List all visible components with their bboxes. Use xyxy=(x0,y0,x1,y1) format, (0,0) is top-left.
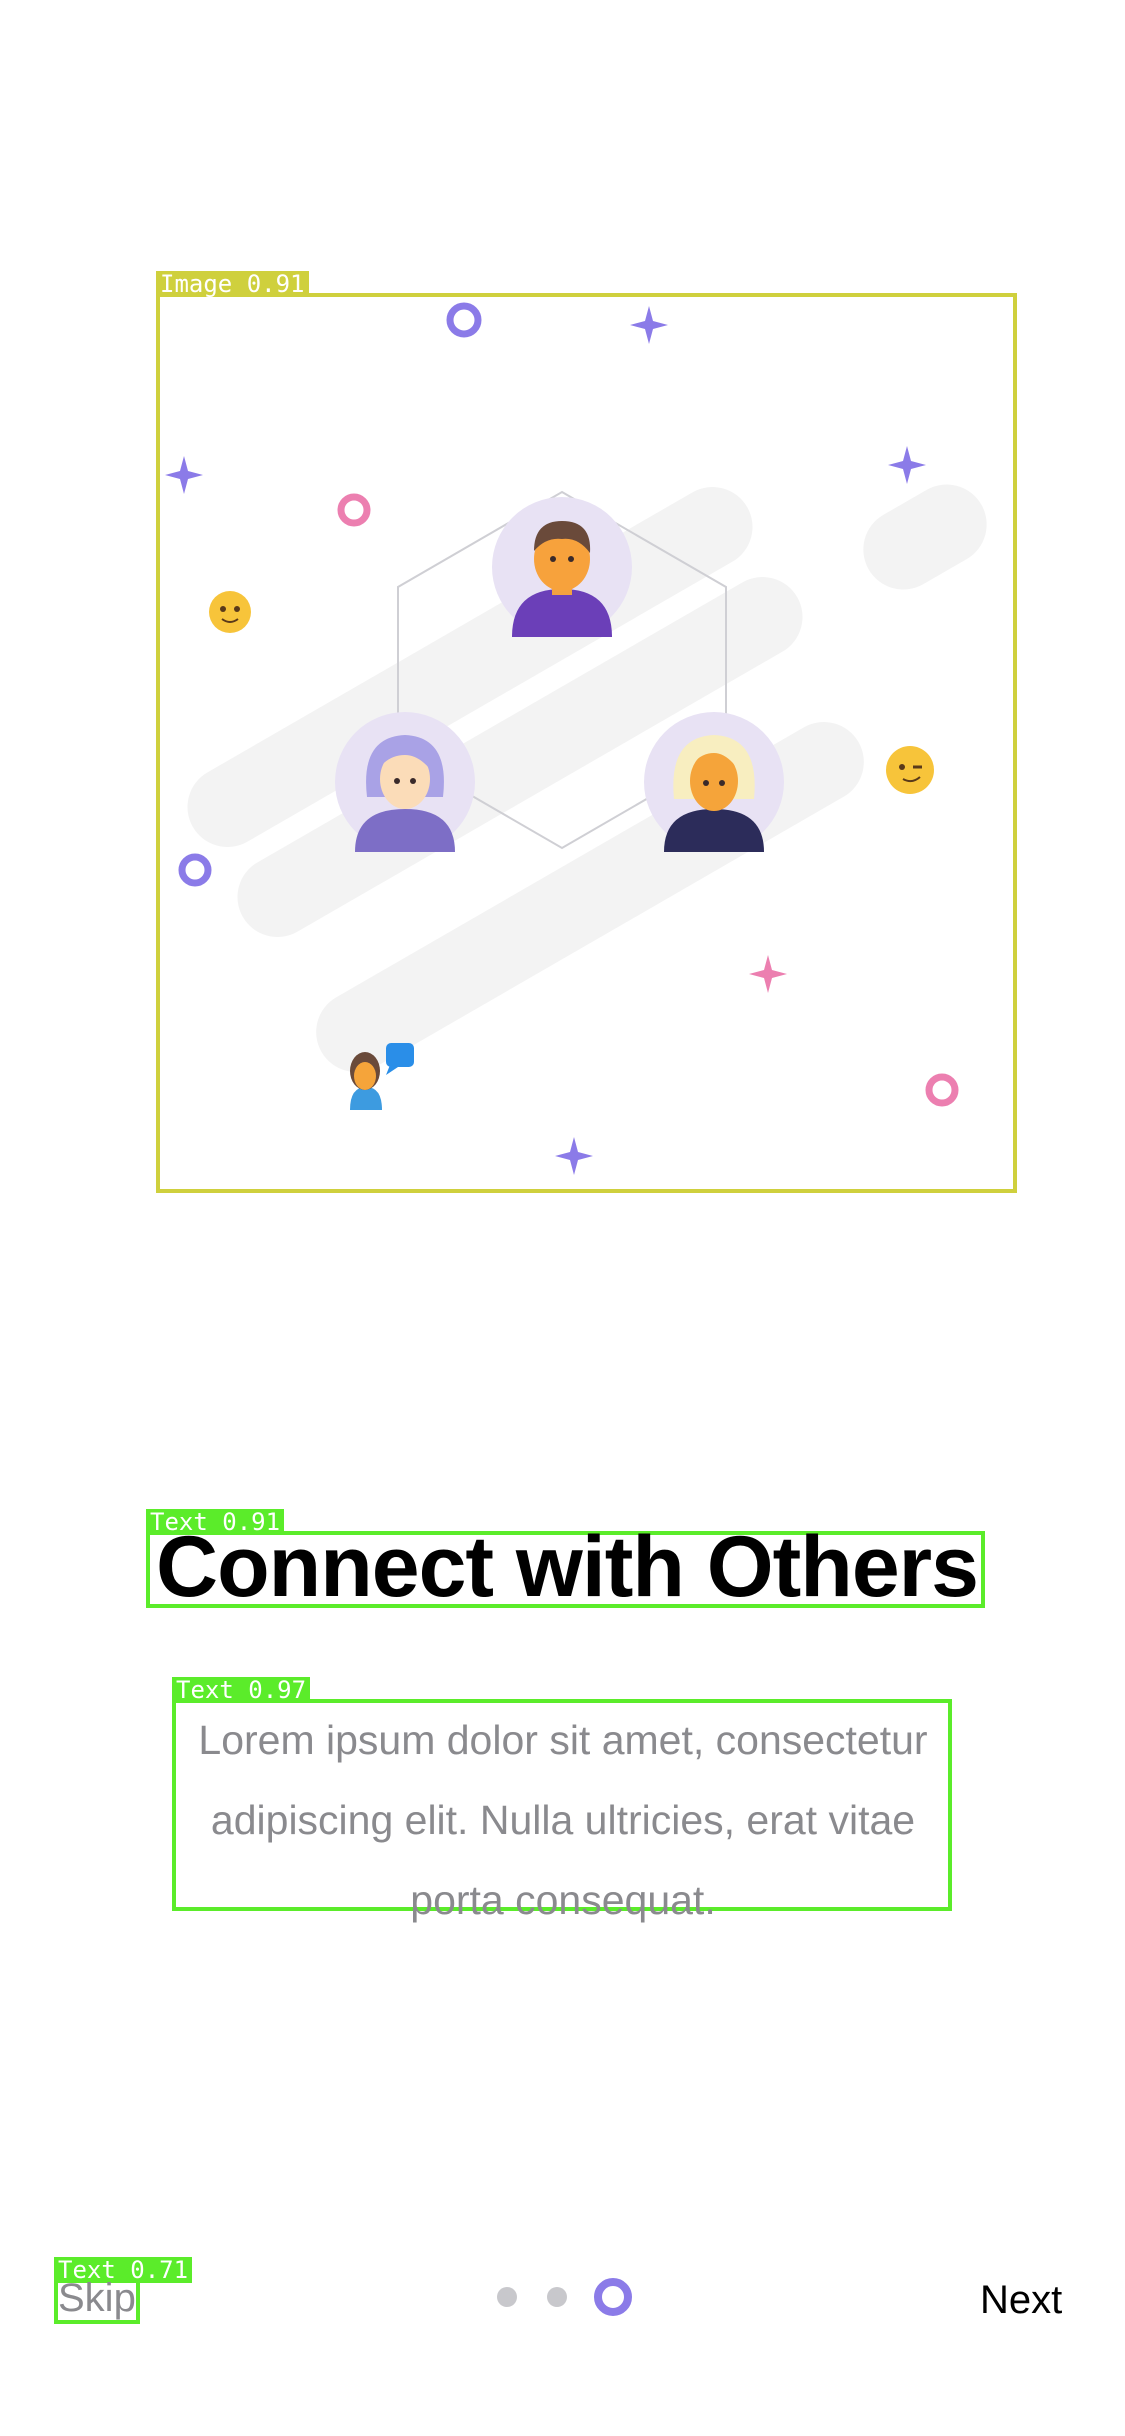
ring-icon xyxy=(337,493,371,527)
page-indicator-dot-3-active[interactable] xyxy=(594,2278,632,2316)
ring-icon xyxy=(178,853,212,887)
avatar-man-icon xyxy=(492,497,632,637)
smile-emoji-icon xyxy=(209,591,251,633)
page-title: Connect with Others xyxy=(156,1519,979,1615)
connect-illustration xyxy=(165,302,987,1175)
skip-button[interactable]: Skip xyxy=(58,2272,136,2324)
next-button[interactable]: Next xyxy=(980,2274,1062,2326)
ring-icon xyxy=(925,1073,959,1107)
avatar-woman-blonde-icon xyxy=(644,712,784,852)
avatar-woman-gray-hair-icon xyxy=(335,712,475,852)
page-indicator-dot-2[interactable] xyxy=(547,2287,567,2307)
page-description: Lorem ipsum dolor sit amet, consectetur … xyxy=(198,1717,928,1923)
wink-emoji-icon xyxy=(886,746,934,794)
illustration-detection-label: Image 0.91 xyxy=(156,271,309,297)
ring-icon xyxy=(446,302,482,338)
page-indicator-dot-1[interactable] xyxy=(497,2287,517,2307)
